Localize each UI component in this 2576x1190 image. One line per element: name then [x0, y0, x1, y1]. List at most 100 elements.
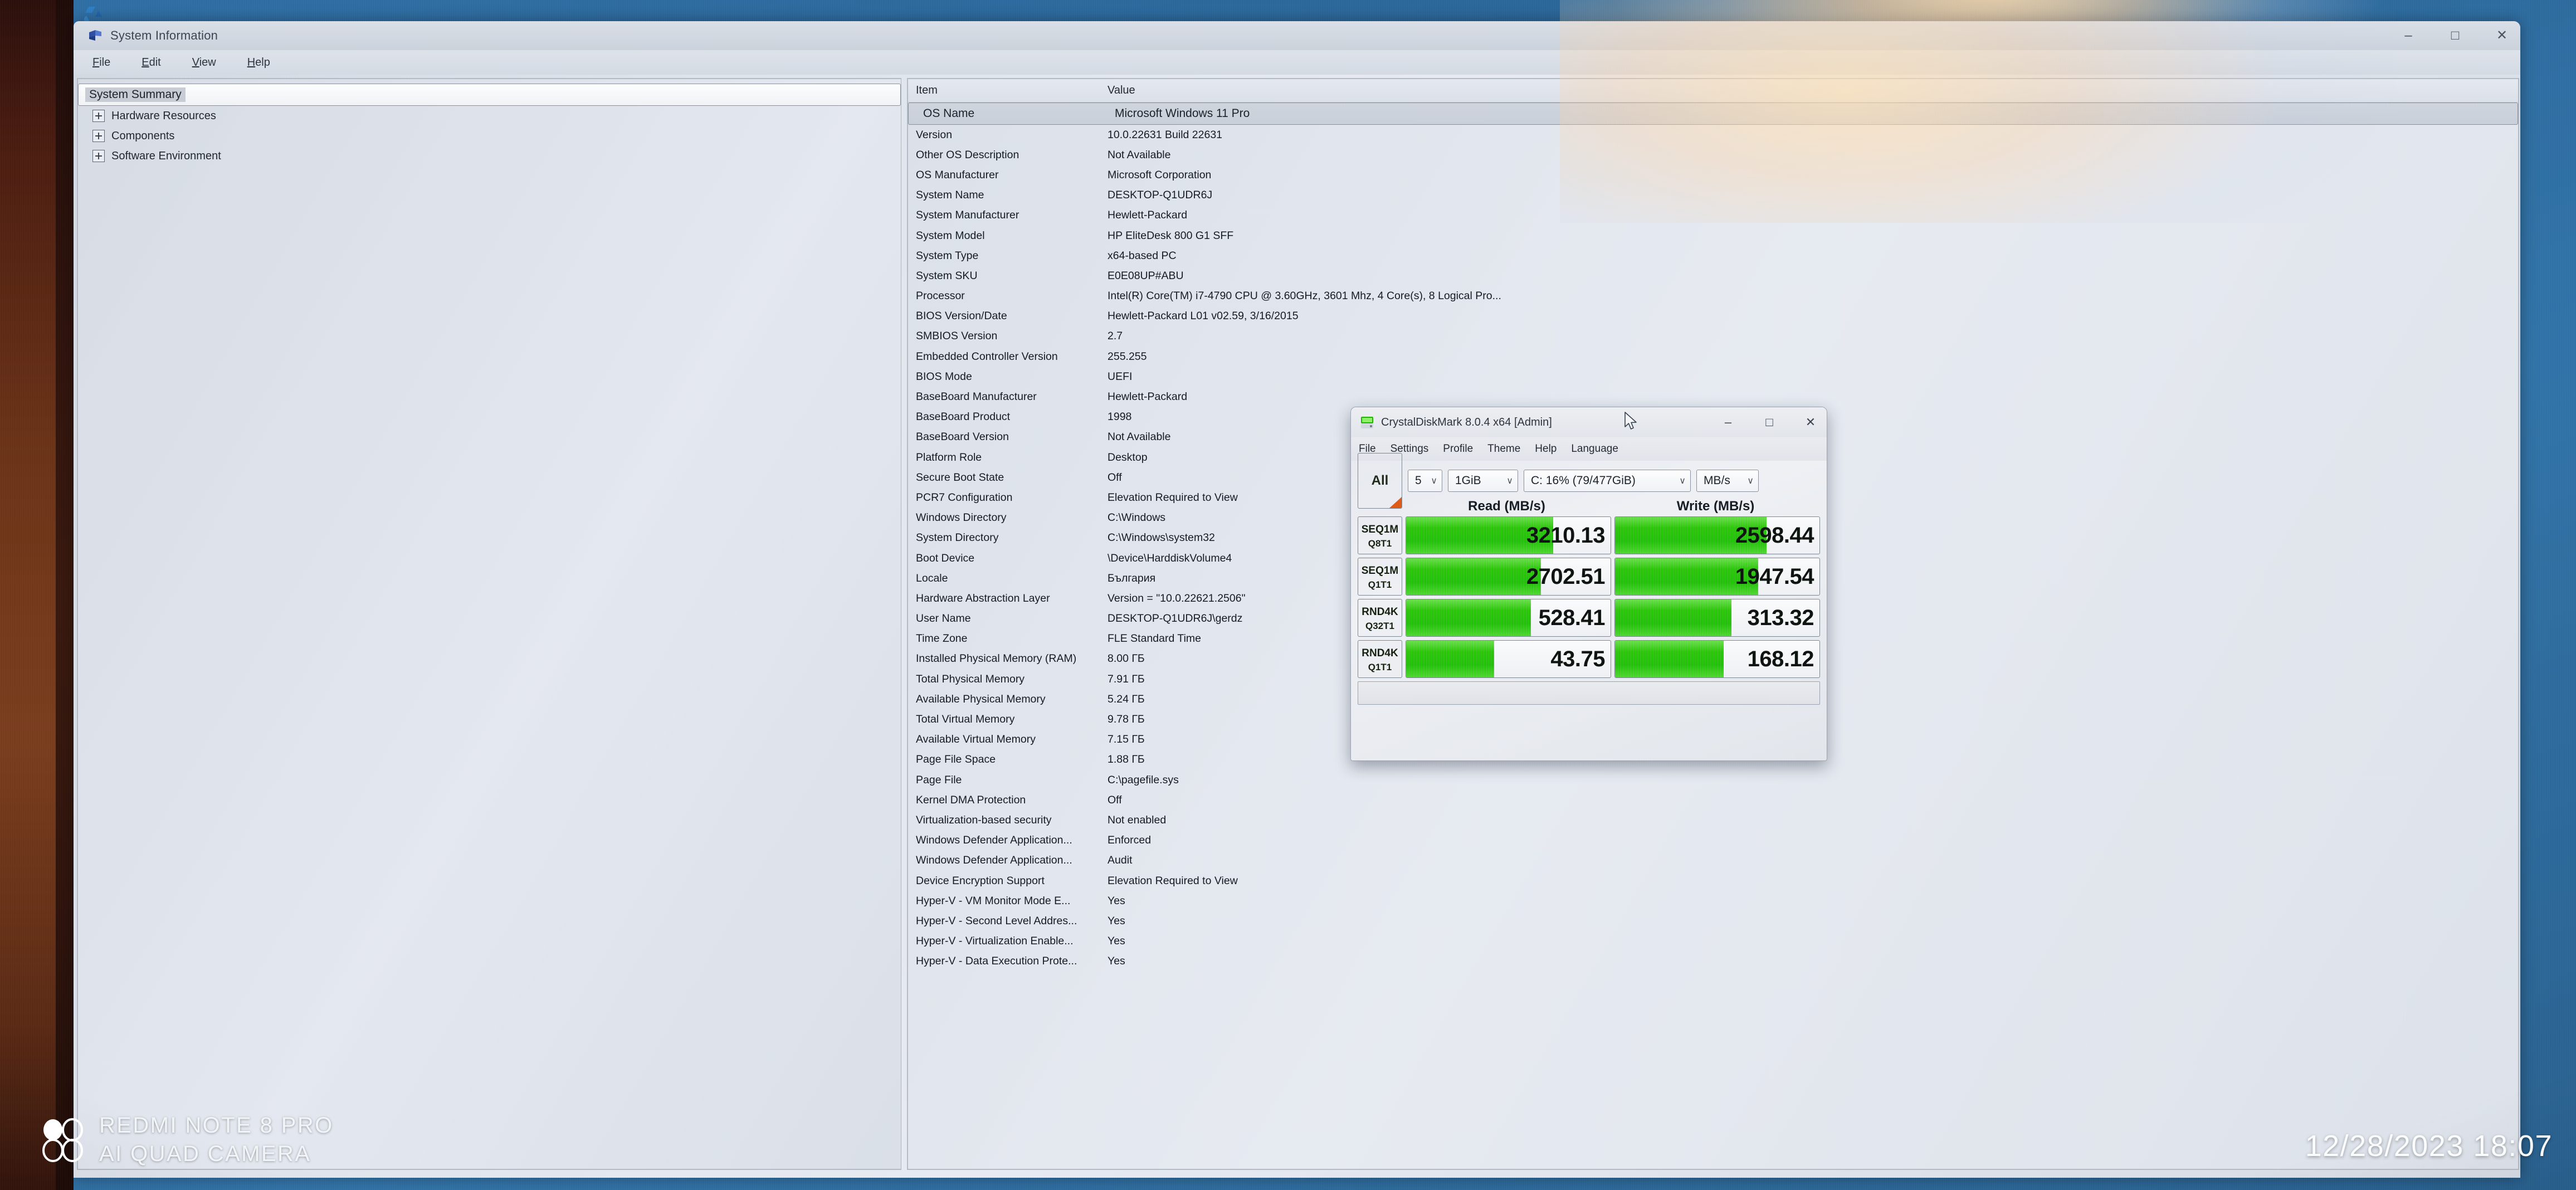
- row-item: Locale: [916, 572, 948, 584]
- row-value: C:\pagefile.sys: [1108, 773, 1179, 786]
- row-value: Hewlett-Packard: [1108, 391, 1188, 403]
- sysinfo-titlebar[interactable]: System Information – □ ✕: [74, 21, 2520, 50]
- test-size-select[interactable]: 1GiB ∨: [1448, 470, 1518, 492]
- test-queue-thread: Q32T1: [1365, 621, 1394, 631]
- table-row[interactable]: Version 10.0.22631 Build 22631: [908, 125, 2518, 145]
- system-information-window[interactable]: System Information – □ ✕ File Edit View Hel…: [74, 21, 2520, 1178]
- cdm-menu-theme[interactable]: Theme: [1487, 443, 1520, 455]
- benchmark-test-button[interactable]: SEQ1M Q8T1: [1358, 516, 1402, 554]
- run-all-button[interactable]: All: [1358, 453, 1402, 509]
- cdm-toolbar[interactable]: All 5 ∨ 1GiB ∨ C: 16% (79/477GiB) ∨ MB/s…: [1358, 453, 1820, 509]
- minimize-icon[interactable]: –: [1720, 414, 1736, 431]
- photo-timestamp: 12/28/2023 18:07: [2305, 1129, 2553, 1163]
- table-row[interactable]: System Type x64-based PC: [908, 246, 2518, 266]
- drive-select[interactable]: C: 16% (79/477GiB) ∨: [1524, 470, 1691, 492]
- maximize-icon[interactable]: □: [1761, 414, 1778, 431]
- cdm-menu-help[interactable]: Help: [1535, 443, 1557, 455]
- read-result-value: 2702.51: [1526, 564, 1606, 589]
- benchmark-test-button[interactable]: RND4K Q32T1: [1358, 599, 1402, 637]
- chevron-down-icon: ∨: [1679, 476, 1686, 486]
- table-row[interactable]: Processor Intel(R) Core(TM) i7-4790 CPU @…: [908, 286, 2518, 306]
- expand-plus-icon[interactable]: [92, 110, 105, 122]
- row-item: PCR7 Configuration: [916, 491, 1013, 504]
- expand-plus-icon[interactable]: [92, 130, 105, 142]
- crystaldiskmark-window[interactable]: CrystalDiskMark 8.0.4 x64 [Admin] – □ ✕ …: [1350, 407, 1827, 761]
- sysinfo-menu-edit[interactable]: Edit: [135, 55, 167, 71]
- minimize-icon[interactable]: –: [2400, 27, 2417, 44]
- table-row[interactable]: System Manufacturer Hewlett-Packard: [908, 206, 2518, 226]
- read-result-bar: [1406, 641, 1494, 677]
- table-row[interactable]: OS Name Microsoft Windows 11 Pro: [908, 103, 2518, 125]
- sysinfo-menubar[interactable]: File Edit View Help: [74, 50, 2520, 75]
- table-row[interactable]: Hyper-V - Second Level Addres... Yes: [908, 911, 2518, 931]
- table-row[interactable]: OS Manufacturer Microsoft Corporation: [908, 165, 2518, 185]
- cdm-menu-profile[interactable]: Profile: [1443, 443, 1473, 455]
- close-icon[interactable]: ✕: [2494, 27, 2510, 44]
- table-row[interactable]: Windows Defender Application... Audit: [908, 851, 2518, 871]
- column-header-item[interactable]: Item: [908, 84, 1104, 97]
- table-row[interactable]: System SKU E0E08UP#ABU: [908, 266, 2518, 286]
- read-result-cell: 3210.13: [1406, 516, 1611, 554]
- column-header-value[interactable]: Value: [1104, 84, 2518, 97]
- close-icon[interactable]: ✕: [1802, 414, 1819, 431]
- redmi-logo-icon: [41, 1116, 85, 1164]
- table-row[interactable]: Hyper-V - Virtualization Enable... Yes: [908, 931, 2518, 952]
- row-item: Hyper-V - Virtualization Enable...: [916, 935, 1074, 948]
- table-row[interactable]: Windows Defender Application... Enforced: [908, 831, 2518, 851]
- tree-item-system-summary[interactable]: System Summary: [78, 84, 901, 106]
- test-count-select[interactable]: 5 ∨: [1408, 470, 1442, 492]
- table-row[interactable]: SMBIOS Version 2.7: [908, 326, 2518, 347]
- row-value: x64-based PC: [1108, 249, 1177, 262]
- table-row[interactable]: Hyper-V - Data Execution Prote... Yes: [908, 952, 2518, 972]
- row-value: Off: [1108, 793, 1122, 806]
- tree-item-label: Components: [111, 129, 175, 142]
- table-row[interactable]: Other OS Description Not Available: [908, 145, 2518, 165]
- watermark-line-1: REDMI NOTE 8 PRO: [99, 1113, 334, 1138]
- row-item: Hyper-V - Second Level Addres...: [916, 914, 1077, 927]
- read-result-cell: 528.41: [1406, 599, 1611, 637]
- benchmark-test-button[interactable]: RND4K Q1T1: [1358, 640, 1402, 678]
- cdm-titlebar[interactable]: CrystalDiskMark 8.0.4 x64 [Admin] – □ ✕: [1351, 407, 1827, 437]
- row-value: 255.255: [1108, 350, 1147, 363]
- table-row[interactable]: Virtualization-based security Not enabled: [908, 810, 2518, 830]
- expand-plus-icon[interactable]: [92, 150, 105, 162]
- tree-item-components[interactable]: Components: [78, 126, 901, 146]
- maximize-icon[interactable]: □: [2447, 27, 2463, 44]
- row-value: Yes: [1108, 935, 1125, 948]
- read-result-bar: [1406, 558, 1541, 595]
- sysinfo-menu-file[interactable]: File: [86, 55, 117, 71]
- cdm-menubar[interactable]: File Settings Profile Theme Help Language: [1351, 437, 1827, 461]
- table-row[interactable]: Hyper-V - VM Monitor Mode E... Yes: [908, 891, 2518, 911]
- sysinfo-window-controls[interactable]: – □ ✕: [2400, 21, 2510, 50]
- table-row[interactable]: BIOS Version/Date Hewlett-Packard L01 v02…: [908, 306, 2518, 326]
- table-row[interactable]: Embedded Controller Version 255.255: [908, 347, 2518, 367]
- tree-item-software-environment[interactable]: Software Environment: [78, 146, 901, 166]
- row-item: User Name: [916, 612, 971, 625]
- table-row[interactable]: System Model HP EliteDesk 800 G1 SFF: [908, 226, 2518, 246]
- cdm-menu-language[interactable]: Language: [1571, 443, 1618, 455]
- row-item: Kernel DMA Protection: [916, 793, 1026, 806]
- table-row[interactable]: BaseBoard Manufacturer Hewlett-Packard: [908, 387, 2518, 407]
- unit-select[interactable]: MB/s ∨: [1696, 470, 1759, 492]
- table-row[interactable]: Page File C:\pagefile.sys: [908, 770, 2518, 790]
- table-row[interactable]: Device Encryption Support Elevation Requi…: [908, 871, 2518, 891]
- write-result-value: 168.12: [1747, 646, 1814, 671]
- table-row[interactable]: Kernel DMA Protection Off: [908, 790, 2518, 810]
- row-item: Embedded Controller Version: [916, 350, 1058, 363]
- cdm-window-controls[interactable]: – □ ✕: [1720, 407, 1819, 437]
- sysinfo-menu-view[interactable]: View: [186, 55, 223, 71]
- row-value: DESKTOP-Q1UDR6J: [1108, 189, 1213, 202]
- table-row[interactable]: BIOS Mode UEFI: [908, 367, 2518, 387]
- write-result-bar: [1615, 599, 1732, 636]
- crystaldiskmark-app-icon: [1360, 416, 1374, 429]
- row-item: Version: [916, 128, 953, 141]
- list-column-headers[interactable]: Item Value: [908, 79, 2518, 103]
- tree-item-hardware-resources[interactable]: Hardware Resources: [78, 106, 901, 126]
- sysinfo-menu-help[interactable]: Help: [241, 55, 277, 71]
- row-item: Windows Directory: [916, 511, 1007, 524]
- benchmark-test-button[interactable]: SEQ1M Q1T1: [1358, 558, 1402, 596]
- row-item: BaseBoard Version: [916, 431, 1009, 443]
- benchmark-row: SEQ1M Q1T1 2702.51 1947.54: [1358, 558, 1820, 596]
- table-row[interactable]: System Name DESKTOP-Q1UDR6J: [908, 186, 2518, 206]
- sysinfo-tree-pane[interactable]: System Summary Hardware Resources Componen…: [77, 78, 901, 1170]
